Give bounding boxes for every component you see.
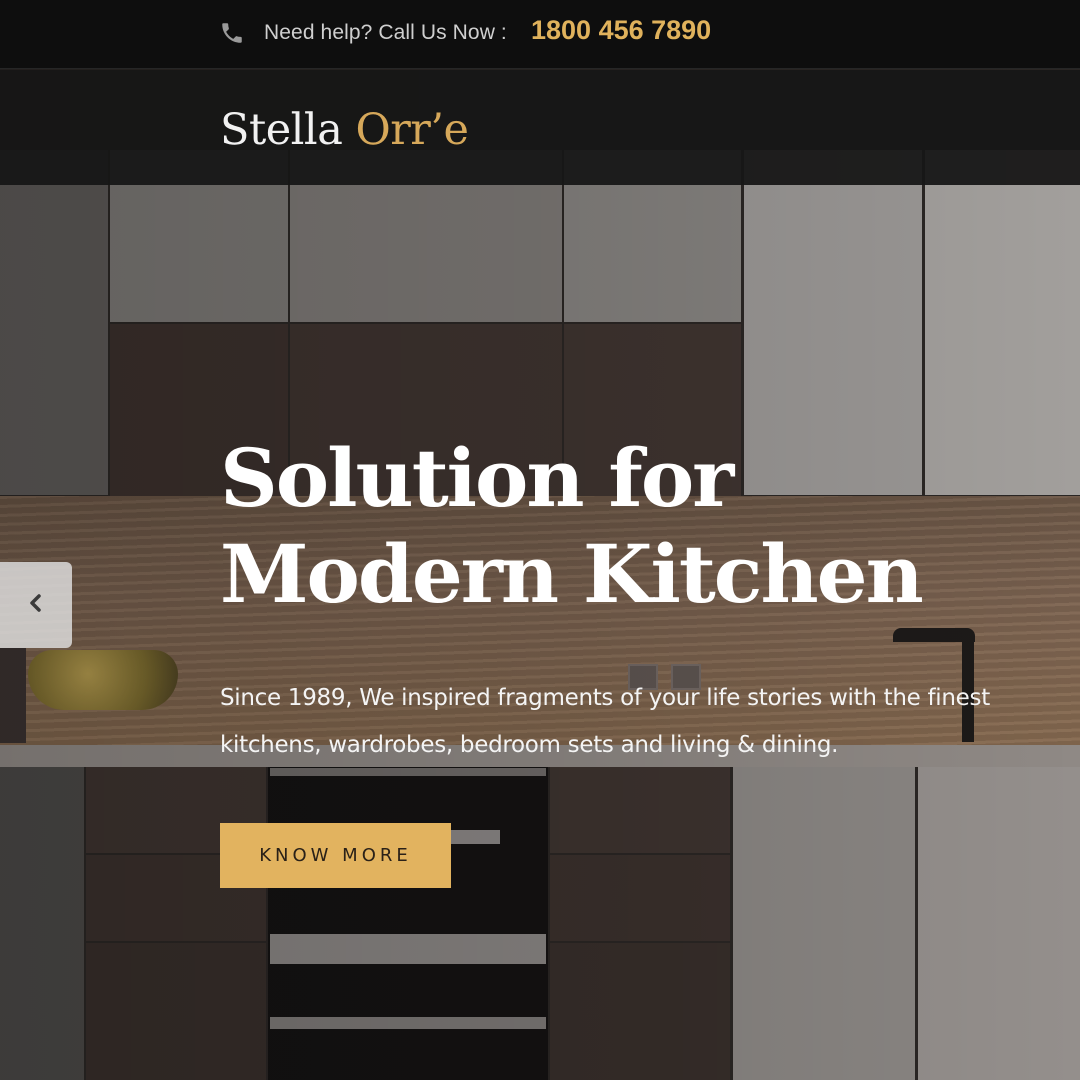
chevron-left-icon: [27, 592, 45, 619]
help-text: Need help? Call Us Now :: [264, 21, 507, 44]
know-more-button[interactable]: KNOW MORE: [220, 823, 451, 888]
logo-text-accent: Orr’e: [355, 105, 469, 155]
slider-prev-button[interactable]: [0, 562, 72, 648]
phone-icon: [219, 20, 245, 46]
hero-headline: Solution for Modern Kitchen: [220, 430, 1080, 622]
hero-headline-line2: Modern Kitchen: [220, 527, 924, 621]
hero-description: Since 1989, We inspired fragments of you…: [220, 685, 990, 758]
logo-text-primary: Stella: [220, 105, 343, 155]
phone-number-link[interactable]: 1800 456 7890: [531, 15, 711, 46]
top-contact-bar: Need help? Call Us Now : 1800 456 7890: [0, 0, 1080, 69]
site-logo[interactable]: Stella Orr’e: [220, 105, 469, 155]
site-header: Stella Orr’e: [0, 70, 1080, 185]
hero-headline-line1: Solution for: [220, 431, 734, 525]
